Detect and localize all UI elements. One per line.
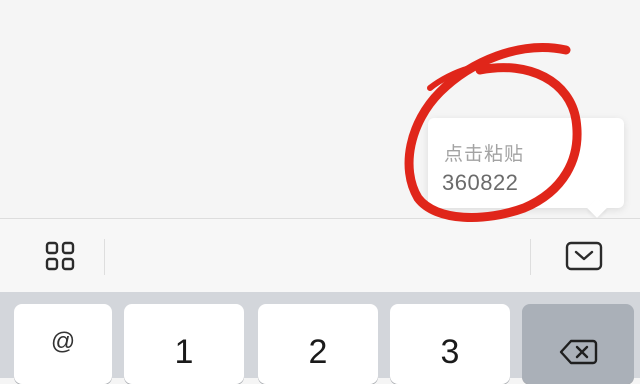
key-2[interactable]: 2 <box>258 304 378 384</box>
toolbar-divider-right <box>530 239 531 275</box>
grid-icon <box>45 241 75 271</box>
backspace-icon <box>559 339 598 365</box>
key-label: @ <box>50 328 76 355</box>
delete-key[interactable] <box>522 304 634 384</box>
paste-code-value: 360822 <box>442 170 519 195</box>
key-at[interactable]: @ <box>14 304 112 384</box>
key-3[interactable]: 3 <box>390 304 510 384</box>
hide-keyboard-button[interactable] <box>564 239 604 273</box>
key-label: 2 <box>308 332 328 371</box>
key-label: 3 <box>440 332 460 371</box>
apps-grid-button[interactable] <box>43 239 77 273</box>
keyboard-toolbar <box>0 218 640 292</box>
key-label: 1 <box>174 332 194 371</box>
keyboard-hide-icon <box>565 241 603 271</box>
clipboard-paste-suggestion[interactable]: 点击粘贴 360822 <box>428 118 624 208</box>
paste-hint-label: 点击粘贴 <box>444 144 525 165</box>
toolbar-divider-left <box>104 239 105 275</box>
numeric-keyboard: @ 1 2 3 <box>0 292 640 384</box>
key-1[interactable]: 1 <box>124 304 244 384</box>
